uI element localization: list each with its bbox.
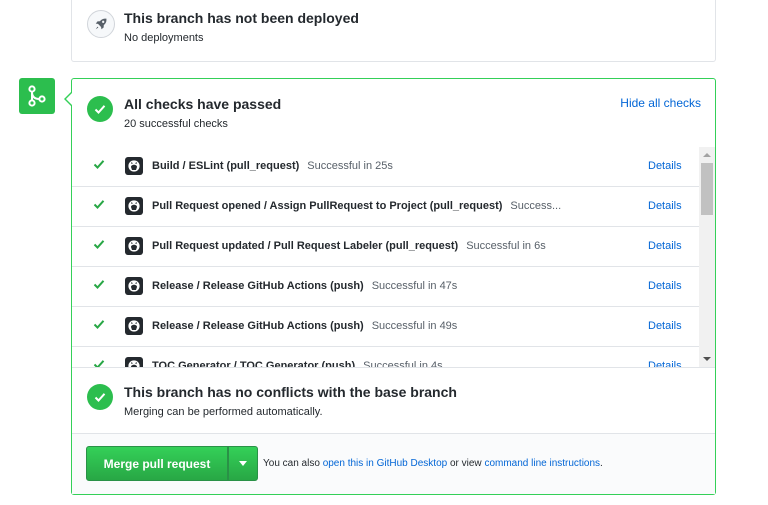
check-icon bbox=[93, 320, 105, 329]
check-icon bbox=[93, 240, 105, 249]
check-details-link[interactable]: Details bbox=[648, 160, 682, 172]
scroll-up-arrow-icon[interactable] bbox=[703, 151, 711, 159]
chevron-down-icon bbox=[239, 460, 247, 466]
check-details-link[interactable]: Details bbox=[648, 280, 682, 292]
check-status: Successful in 6s bbox=[466, 240, 546, 252]
check-row: Pull Request opened / Assign PullRequest… bbox=[72, 187, 715, 227]
check-row: Release / Release GitHub Actions (push) S… bbox=[72, 267, 715, 307]
check-title: Pull Request opened / Assign PullRequest… bbox=[152, 200, 503, 212]
check-icon bbox=[93, 200, 105, 209]
merge-pull-request-button[interactable]: Merge pull request bbox=[86, 446, 228, 481]
checks-title: All checks have passed bbox=[124, 96, 282, 112]
checks-list[interactable]: Build / ESLint (pull_request) Successful … bbox=[72, 147, 715, 368]
check-icon bbox=[93, 360, 105, 367]
check-row: TOC Generator / TOC Generator (push) Succ… bbox=[72, 347, 715, 368]
scroll-down-arrow-icon[interactable] bbox=[703, 355, 711, 363]
github-icon bbox=[125, 197, 143, 215]
check-row: Release / Release GitHub Actions (push) S… bbox=[72, 307, 715, 347]
check-title: Pull Request updated / Pull Request Labe… bbox=[152, 240, 459, 252]
merge-method-dropdown[interactable] bbox=[228, 446, 258, 481]
scrollbar[interactable] bbox=[699, 147, 715, 367]
check-name: TOC Generator / TOC Generator (push) Succ… bbox=[152, 360, 443, 368]
check-status: Success... bbox=[510, 200, 562, 212]
check-title: Release / Release GitHub Actions (push) bbox=[152, 320, 364, 332]
merge-hint-middle: or view bbox=[447, 458, 485, 469]
check-row: Pull Request updated / Pull Request Labe… bbox=[72, 227, 715, 267]
merge-hint-suffix: . bbox=[600, 458, 603, 469]
check-name: Pull Request opened / Assign PullRequest… bbox=[152, 200, 561, 212]
check-circle-icon bbox=[87, 96, 113, 122]
merge-status-panel: All checks have passed 20 successful che… bbox=[64, 78, 716, 495]
check-details-link[interactable]: Details bbox=[648, 240, 682, 252]
check-status: Successful in 49s bbox=[371, 320, 458, 332]
check-status: Successful in 47s bbox=[371, 280, 458, 292]
check-circle-icon bbox=[87, 384, 113, 410]
check-details-link[interactable]: Details bbox=[648, 320, 682, 332]
check-name: Release / Release GitHub Actions (push) S… bbox=[152, 280, 457, 292]
scroll-thumb[interactable] bbox=[701, 163, 713, 215]
check-title: TOC Generator / TOC Generator (push) bbox=[152, 360, 356, 368]
checks-subtitle: 20 successful checks bbox=[124, 118, 228, 130]
check-details-link[interactable]: Details bbox=[648, 360, 682, 367]
check-title: Release / Release GitHub Actions (push) bbox=[152, 280, 364, 292]
merge-hint-prefix: You can also bbox=[263, 458, 323, 469]
check-status: Successful in 25s bbox=[307, 160, 393, 172]
check-details-link[interactable]: Details bbox=[648, 200, 682, 212]
hide-all-checks-link[interactable]: Hide all checks bbox=[620, 96, 701, 110]
github-icon bbox=[125, 157, 143, 175]
check-name: Build / ESLint (pull_request) Successful … bbox=[152, 160, 393, 172]
conflict-subtitle: Merging can be performed automatically. bbox=[124, 406, 323, 418]
github-icon bbox=[125, 317, 143, 335]
deployment-title: This branch has not been deployed bbox=[124, 10, 359, 26]
github-icon bbox=[125, 237, 143, 255]
check-icon bbox=[93, 160, 105, 169]
check-name: Pull Request updated / Pull Request Labe… bbox=[152, 240, 546, 252]
check-title: Build / ESLint (pull_request) bbox=[152, 160, 300, 172]
check-name: Release / Release GitHub Actions (push) S… bbox=[152, 320, 457, 332]
rocket-icon bbox=[87, 10, 115, 38]
check-icon bbox=[93, 280, 105, 289]
merge-actions: Merge pull request You can also open thi… bbox=[72, 434, 715, 494]
command-line-instructions-link[interactable]: command line instructions bbox=[484, 458, 600, 469]
merge-hint: You can also open this in GitHub Desktop… bbox=[263, 458, 603, 469]
deployment-panel: This branch has not been deployed No dep… bbox=[71, 0, 716, 62]
open-desktop-link[interactable]: open this in GitHub Desktop bbox=[323, 458, 448, 469]
conflict-status: This branch has no conflicts with the ba… bbox=[72, 368, 715, 434]
git-merge-icon bbox=[19, 78, 55, 114]
check-status: Successful in 4s bbox=[363, 360, 443, 368]
deployment-subtitle: No deployments bbox=[124, 32, 204, 44]
conflict-title: This branch has no conflicts with the ba… bbox=[124, 384, 457, 400]
github-icon bbox=[125, 357, 143, 367]
github-icon bbox=[125, 277, 143, 295]
checks-header: All checks have passed 20 successful che… bbox=[72, 79, 715, 148]
check-row: Build / ESLint (pull_request) Successful … bbox=[72, 147, 715, 187]
